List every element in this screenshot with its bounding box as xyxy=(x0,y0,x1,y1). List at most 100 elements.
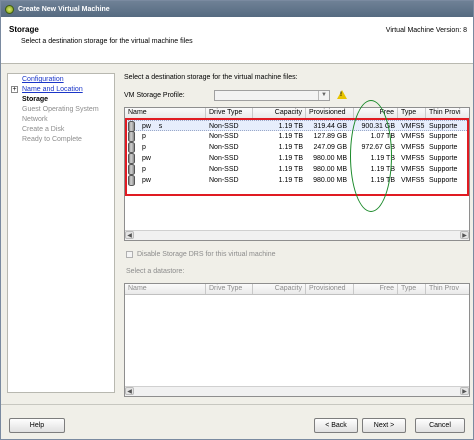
cell-thin: Supporte xyxy=(429,155,458,162)
cell-provisioned: 980.00 MB xyxy=(313,155,347,162)
cell-capacity: 1.19 TB xyxy=(278,155,303,162)
col2-free: Free xyxy=(354,284,398,294)
datastore-secondary-header: Name Drive Type Capacity Provisioned Fre… xyxy=(125,284,469,295)
cell-free: 1.07 TB xyxy=(370,133,395,140)
chevron-down-icon[interactable]: ▼ xyxy=(318,91,329,100)
cell-drive-type: Non-SSD xyxy=(209,177,239,184)
expand-icon[interactable]: + xyxy=(11,86,18,93)
warning-icon xyxy=(337,90,347,99)
scroll-left-icon[interactable]: ◀ xyxy=(125,231,134,239)
scroll-left-icon[interactable]: ◀ xyxy=(125,387,134,395)
cell-name: pw xyxy=(142,177,161,184)
col2-provisioned: Provisioned xyxy=(306,284,354,294)
cell-provisioned: 247.09 GB xyxy=(313,144,347,151)
warning-mark: ! xyxy=(340,92,342,98)
col2-name: Name xyxy=(125,284,206,294)
col2-drive-type: Drive Type xyxy=(206,284,253,294)
table-row[interactable]: pw s Non-SSD 1.19 TB 319.44 GB 900.31 GB… xyxy=(125,120,469,132)
datastore-icon xyxy=(128,153,135,164)
datastore-secondary-table: Name Drive Type Capacity Provisioned Fre… xyxy=(124,283,470,397)
cell-capacity: 1.19 TB xyxy=(278,144,303,151)
disable-drs-row: Disable Storage DRS for this virtual mac… xyxy=(126,251,276,258)
scroll-right-icon[interactable]: ▶ xyxy=(460,387,469,395)
cell-free: 972.67 GB xyxy=(361,144,395,151)
wizard-window: Create New Virtual Machine Storage Selec… xyxy=(0,0,474,440)
horizontal-scrollbar-2[interactable]: ◀ ▶ xyxy=(125,386,469,396)
nav-item-storage: Storage xyxy=(22,96,49,103)
cell-capacity: 1.19 TB xyxy=(278,166,303,173)
disable-drs-label: Disable Storage DRS for this virtual mac… xyxy=(137,251,276,258)
cell-drive-type: Non-SSD xyxy=(209,144,239,151)
disable-drs-checkbox[interactable] xyxy=(126,251,133,258)
horizontal-scrollbar[interactable]: ◀ ▶ xyxy=(125,230,469,240)
col2-capacity: Capacity xyxy=(253,284,306,294)
cancel-button[interactable]: Cancel xyxy=(415,418,465,433)
cell-type: VMFS5 xyxy=(401,133,425,140)
cell-drive-type: Non-SSD xyxy=(209,133,239,140)
back-button[interactable]: < Back xyxy=(314,418,358,433)
cell-drive-type: Non-SSD xyxy=(209,166,239,173)
datastore-icon xyxy=(128,175,135,186)
title-bar: Create New Virtual Machine xyxy=(1,1,473,17)
nav-item-create-disk: Create a Disk xyxy=(22,126,65,133)
table-row[interactable]: p Non-SSD 1.19 TB 247.09 GB 972.67 GB VM… xyxy=(125,142,469,153)
datastore-table: Name Drive Type Capacity Provisioned Fre… xyxy=(124,107,470,241)
cell-name: p xyxy=(142,133,158,140)
cell-name: p xyxy=(142,166,158,173)
cell-type: VMFS5 xyxy=(401,177,425,184)
col2-thin: Thin Prov xyxy=(429,285,459,292)
cell-thin: Supporte xyxy=(429,166,458,173)
col-type[interactable]: Type xyxy=(398,108,426,118)
scroll-right-icon[interactable]: ▶ xyxy=(460,231,469,239)
vm-storage-profile-select[interactable]: ▼ xyxy=(214,90,330,101)
col-capacity[interactable]: Capacity xyxy=(253,108,306,118)
table-row[interactable]: p Non-SSD 1.19 TB 980.00 MB 1.19 TB VMFS… xyxy=(125,164,469,175)
datastore-icon xyxy=(128,142,135,153)
nav-item-guest-os: Guest Operating System xyxy=(22,106,99,113)
datastore-table-header: Name Drive Type Capacity Provisioned Fre… xyxy=(125,108,469,119)
cell-free: 1.19 TB xyxy=(370,177,395,184)
table-row[interactable]: pw Non-SSD 1.19 TB 980.00 MB 1.19 TB VMF… xyxy=(125,153,469,164)
select-datastore-label: Select a datastore: xyxy=(126,268,185,275)
cell-type: VMFS5 xyxy=(401,155,425,162)
vsphere-app-icon xyxy=(5,4,14,14)
nav-item-network: Network xyxy=(22,116,48,123)
next-button[interactable]: Next > xyxy=(362,418,406,433)
page-header: Storage Select a destination storage for… xyxy=(1,17,473,64)
table-row[interactable]: pw Non-SSD 1.19 TB 980.00 MB 1.19 TB VMF… xyxy=(125,175,469,186)
col-provisioned[interactable]: Provisioned xyxy=(306,108,354,118)
cell-thin: Supporte xyxy=(429,144,458,151)
storage-content: Select a destination storage for the vir… xyxy=(118,69,472,399)
help-button[interactable]: Help xyxy=(9,418,65,433)
cell-type: VMFS5 xyxy=(401,144,425,151)
cell-drive-type: Non-SSD xyxy=(209,155,239,162)
cell-type: VMFS5 xyxy=(401,166,425,173)
nav-item-configuration[interactable]: Configuration xyxy=(22,76,64,83)
col-name[interactable]: Name xyxy=(125,108,206,118)
cell-thin: Supporte xyxy=(429,177,458,184)
cell-free: 1.19 TB xyxy=(370,166,395,173)
col-thin[interactable]: Thin Provi xyxy=(426,108,469,118)
cell-provisioned: 980.00 MB xyxy=(313,166,347,173)
instruction-text: Select a destination storage for the vir… xyxy=(124,74,298,81)
cell-name: pw xyxy=(142,155,161,162)
window-title: Create New Virtual Machine xyxy=(18,5,110,13)
table-row[interactable]: p Non-SSD 1.19 TB 127.89 GB 1.07 TB VMFS… xyxy=(125,131,469,142)
page-subtitle: Select a destination storage for the vir… xyxy=(21,38,193,45)
nav-item-name-location[interactable]: Name and Location xyxy=(22,86,83,93)
cell-provisioned: 127.89 GB xyxy=(313,133,347,140)
wizard-steps-panel: Configuration + Name and Location Storag… xyxy=(7,73,115,393)
footer-divider xyxy=(1,404,473,405)
cell-name: p xyxy=(142,144,158,151)
vm-version-label: Virtual Machine Version: 8 xyxy=(385,27,467,34)
profile-label: VM Storage Profile: xyxy=(124,92,185,99)
col-drive-type[interactable]: Drive Type xyxy=(206,108,253,118)
datastore-icon xyxy=(128,164,135,175)
page-title: Storage xyxy=(9,25,39,34)
col-free[interactable]: Free xyxy=(354,108,398,118)
cell-capacity: 1.19 TB xyxy=(278,133,303,140)
col2-type: Type xyxy=(398,284,426,294)
datastore-icon xyxy=(128,131,135,142)
cell-provisioned: 980.00 MB xyxy=(313,177,347,184)
cell-thin: Supporte xyxy=(429,133,458,140)
